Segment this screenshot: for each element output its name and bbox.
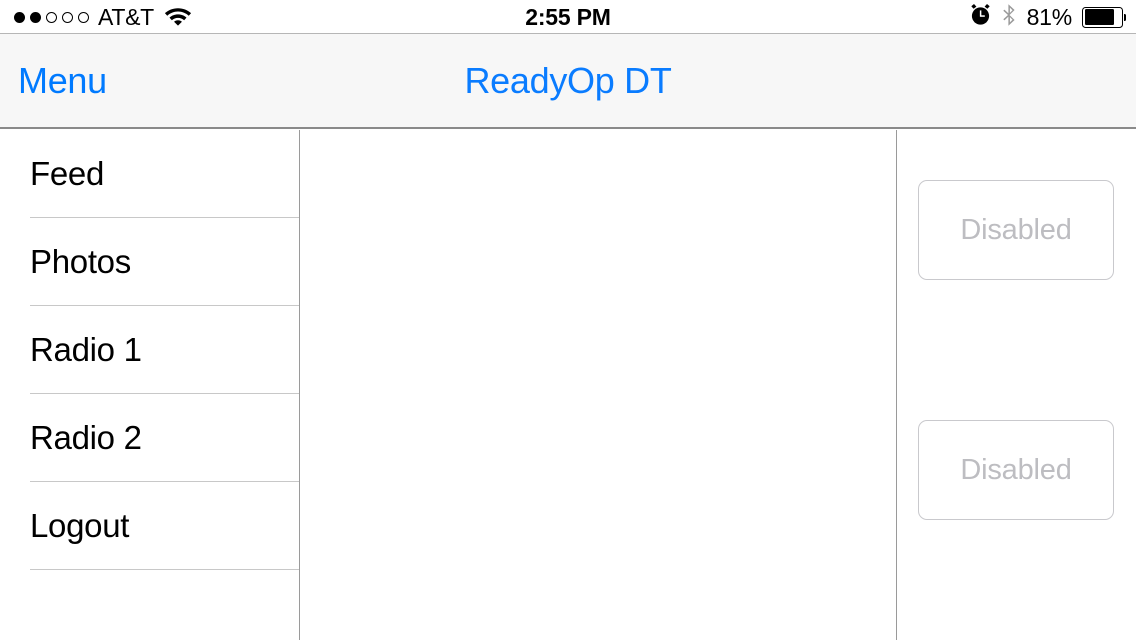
right-controls-panel: Disabled Disabled: [896, 130, 1136, 640]
signal-dot-3: [46, 11, 57, 23]
battery-percent-label: 81%: [1026, 3, 1073, 30]
sidebar-item-label: Photos: [30, 242, 131, 280]
cellular-signal-icon: [14, 11, 89, 23]
content-area: Feed Photos Radio 1 Radio 2 Logout Disab…: [0, 130, 1136, 640]
signal-dot-4: [62, 11, 73, 23]
clock-label: 2:55 PM: [525, 3, 611, 30]
page-title: ReadyOp DT: [464, 59, 672, 101]
carrier-label: AT&T: [98, 3, 154, 30]
signal-dot-2: [30, 11, 41, 23]
battery-fill: [1084, 9, 1114, 25]
sidebar-item-label: Feed: [30, 154, 105, 192]
sidebar-item-photos[interactable]: Photos: [30, 218, 299, 306]
battery-icon: [1082, 6, 1127, 28]
sidebar-item-radio-1[interactable]: Radio 1: [30, 306, 299, 394]
status-bar: AT&T 2:55 PM 81%: [0, 0, 1136, 34]
navigation-bar: ReadyOp DT Menu: [0, 34, 1136, 129]
bluetooth-icon: [1002, 3, 1017, 32]
sidebar-item-label: Radio 1: [30, 330, 142, 368]
main-content-panel: [301, 130, 896, 640]
sidebar-menu: Feed Photos Radio 1 Radio 2 Logout: [0, 130, 300, 640]
sidebar-item-label: Radio 2: [30, 418, 142, 456]
ptt-button-1-disabled: Disabled: [918, 180, 1114, 280]
sidebar-item-logout[interactable]: Logout: [30, 482, 299, 570]
sidebar-item-radio-2[interactable]: Radio 2: [30, 394, 299, 482]
wifi-icon: [163, 4, 193, 31]
battery-nub: [1123, 13, 1127, 21]
app-screen: AT&T 2:55 PM 81% ReadyOp DT Menu Feed Ph…: [0, 0, 1136, 640]
status-bar-left-group: AT&T: [14, 0, 193, 34]
alarm-clock-icon: [969, 3, 992, 31]
status-bar-right-group: 81%: [969, 0, 1127, 34]
sidebar-item-feed[interactable]: Feed: [30, 130, 299, 218]
ptt-button-2-disabled: Disabled: [918, 420, 1114, 520]
sidebar-item-label: Logout: [30, 506, 130, 544]
signal-dot-5: [78, 11, 89, 23]
menu-button[interactable]: Menu: [18, 34, 107, 127]
signal-dot-1: [14, 11, 25, 23]
